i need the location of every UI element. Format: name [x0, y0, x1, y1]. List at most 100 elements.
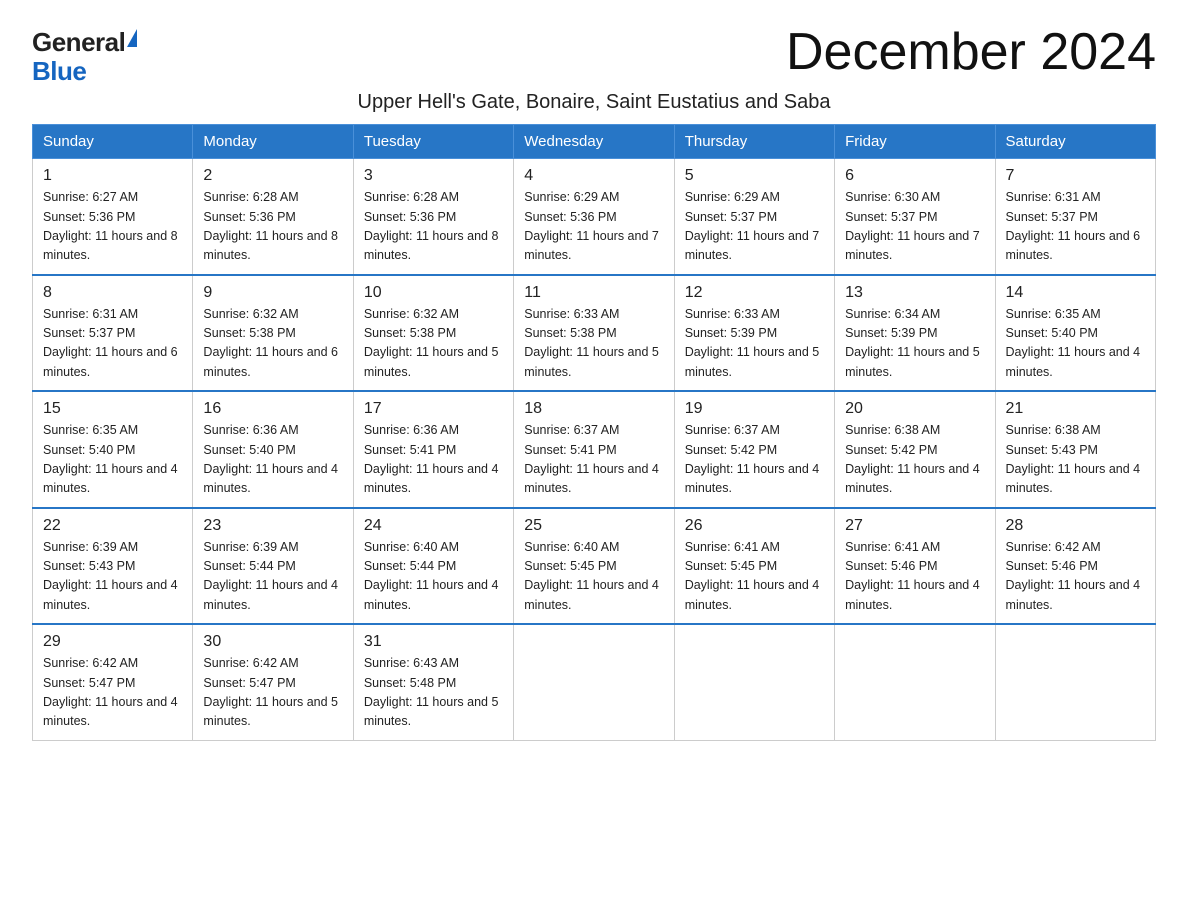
day-number: 6: [845, 167, 984, 185]
day-info: Sunrise: 6:38 AMSunset: 5:43 PMDaylight:…: [1006, 421, 1145, 499]
day-number: 21: [1006, 400, 1145, 418]
calendar-cell: 15 Sunrise: 6:35 AMSunset: 5:40 PMDayligh…: [33, 391, 193, 508]
day-info: Sunrise: 6:36 AMSunset: 5:41 PMDaylight:…: [364, 421, 503, 499]
day-number: 8: [43, 284, 182, 302]
day-number: 7: [1006, 167, 1145, 185]
calendar-cell: 28 Sunrise: 6:42 AMSunset: 5:46 PMDayligh…: [995, 508, 1155, 625]
day-number: 15: [43, 400, 182, 418]
day-info: Sunrise: 6:32 AMSunset: 5:38 PMDaylight:…: [364, 305, 503, 383]
day-number: 12: [685, 284, 824, 302]
day-info: Sunrise: 6:39 AMSunset: 5:44 PMDaylight:…: [203, 538, 342, 616]
day-info: Sunrise: 6:39 AMSunset: 5:43 PMDaylight:…: [43, 538, 182, 616]
logo-triangle-icon: [127, 29, 137, 47]
day-number: 2: [203, 167, 342, 185]
header-sunday: Sunday: [33, 125, 193, 159]
month-title: December 2024: [786, 24, 1156, 81]
day-info: Sunrise: 6:28 AMSunset: 5:36 PMDaylight:…: [364, 188, 503, 266]
day-number: 14: [1006, 284, 1145, 302]
day-number: 10: [364, 284, 503, 302]
calendar-table: SundayMondayTuesdayWednesdayThursdayFrid…: [32, 124, 1156, 741]
calendar-header-row: SundayMondayTuesdayWednesdayThursdayFrid…: [33, 125, 1156, 159]
calendar-cell: 1 Sunrise: 6:27 AMSunset: 5:36 PMDaylight…: [33, 159, 193, 275]
day-info: Sunrise: 6:31 AMSunset: 5:37 PMDaylight:…: [1006, 188, 1145, 266]
day-info: Sunrise: 6:33 AMSunset: 5:39 PMDaylight:…: [685, 305, 824, 383]
location-title: Upper Hell's Gate, Bonaire, Saint Eustat…: [32, 91, 1156, 114]
day-number: 19: [685, 400, 824, 418]
day-number: 30: [203, 633, 342, 651]
day-info: Sunrise: 6:36 AMSunset: 5:40 PMDaylight:…: [203, 421, 342, 499]
calendar-cell: 2 Sunrise: 6:28 AMSunset: 5:36 PMDaylight…: [193, 159, 353, 275]
calendar-cell: 7 Sunrise: 6:31 AMSunset: 5:37 PMDaylight…: [995, 159, 1155, 275]
header: General Blue December 2024: [32, 24, 1156, 85]
calendar-week-row: 8 Sunrise: 6:31 AMSunset: 5:37 PMDaylight…: [33, 275, 1156, 392]
calendar-cell: 27Sunrise: 6:41 AMSunset: 5:46 PMDayligh…: [835, 508, 995, 625]
calendar-cell: 16Sunrise: 6:36 AMSunset: 5:40 PMDayligh…: [193, 391, 353, 508]
header-tuesday: Tuesday: [353, 125, 513, 159]
calendar-cell: 10 Sunrise: 6:32 AMSunset: 5:38 PMDayligh…: [353, 275, 513, 392]
day-number: 20: [845, 400, 984, 418]
calendar-week-row: 22Sunrise: 6:39 AMSunset: 5:43 PMDayligh…: [33, 508, 1156, 625]
calendar-cell: 24Sunrise: 6:40 AMSunset: 5:44 PMDayligh…: [353, 508, 513, 625]
day-number: 28: [1006, 517, 1145, 535]
day-info: Sunrise: 6:42 AMSunset: 5:47 PMDaylight:…: [203, 654, 342, 732]
header-wednesday: Wednesday: [514, 125, 674, 159]
header-saturday: Saturday: [995, 125, 1155, 159]
calendar-cell: 21 Sunrise: 6:38 AMSunset: 5:43 PMDayligh…: [995, 391, 1155, 508]
day-number: 31: [364, 633, 503, 651]
logo-general-text: General: [32, 28, 125, 57]
day-number: 27: [845, 517, 984, 535]
day-number: 5: [685, 167, 824, 185]
calendar-cell: 5 Sunrise: 6:29 AMSunset: 5:37 PMDaylight…: [674, 159, 834, 275]
day-info: Sunrise: 6:31 AMSunset: 5:37 PMDaylight:…: [43, 305, 182, 383]
calendar-cell: 20 Sunrise: 6:38 AMSunset: 5:42 PMDayligh…: [835, 391, 995, 508]
calendar-cell: [514, 624, 674, 740]
day-number: 29: [43, 633, 182, 651]
calendar-cell: [835, 624, 995, 740]
calendar-cell: 19Sunrise: 6:37 AMSunset: 5:42 PMDayligh…: [674, 391, 834, 508]
day-info: Sunrise: 6:35 AMSunset: 5:40 PMDaylight:…: [1006, 305, 1145, 383]
calendar-cell: 25Sunrise: 6:40 AMSunset: 5:45 PMDayligh…: [514, 508, 674, 625]
day-number: 3: [364, 167, 503, 185]
calendar-cell: 4Sunrise: 6:29 AMSunset: 5:36 PMDaylight…: [514, 159, 674, 275]
day-number: 18: [524, 400, 663, 418]
logo: General Blue: [32, 28, 137, 85]
day-number: 26: [685, 517, 824, 535]
calendar-cell: 3 Sunrise: 6:28 AMSunset: 5:36 PMDaylight…: [353, 159, 513, 275]
day-number: 9: [203, 284, 342, 302]
day-info: Sunrise: 6:30 AMSunset: 5:37 PMDaylight:…: [845, 188, 984, 266]
day-info: Sunrise: 6:27 AMSunset: 5:36 PMDaylight:…: [43, 188, 182, 266]
day-number: 13: [845, 284, 984, 302]
day-info: Sunrise: 6:28 AMSunset: 5:36 PMDaylight:…: [203, 188, 342, 266]
calendar-cell: 31Sunrise: 6:43 AMSunset: 5:48 PMDayligh…: [353, 624, 513, 740]
day-info: Sunrise: 6:32 AMSunset: 5:38 PMDaylight:…: [203, 305, 342, 383]
calendar-cell: [674, 624, 834, 740]
calendar-cell: 22Sunrise: 6:39 AMSunset: 5:43 PMDayligh…: [33, 508, 193, 625]
header-monday: Monday: [193, 125, 353, 159]
calendar-cell: 8 Sunrise: 6:31 AMSunset: 5:37 PMDaylight…: [33, 275, 193, 392]
calendar-cell: 30 Sunrise: 6:42 AMSunset: 5:47 PMDayligh…: [193, 624, 353, 740]
day-info: Sunrise: 6:42 AMSunset: 5:46 PMDaylight:…: [1006, 538, 1145, 616]
day-info: Sunrise: 6:35 AMSunset: 5:40 PMDaylight:…: [43, 421, 182, 499]
calendar-week-row: 15 Sunrise: 6:35 AMSunset: 5:40 PMDayligh…: [33, 391, 1156, 508]
day-number: 24: [364, 517, 503, 535]
day-info: Sunrise: 6:34 AMSunset: 5:39 PMDaylight:…: [845, 305, 984, 383]
calendar-week-row: 29 Sunrise: 6:42 AMSunset: 5:47 PMDayligh…: [33, 624, 1156, 740]
calendar-week-row: 1 Sunrise: 6:27 AMSunset: 5:36 PMDaylight…: [33, 159, 1156, 275]
calendar-cell: 6 Sunrise: 6:30 AMSunset: 5:37 PMDaylight…: [835, 159, 995, 275]
day-number: 4: [524, 167, 663, 185]
day-number: 1: [43, 167, 182, 185]
calendar-cell: 29Sunrise: 6:42 AMSunset: 5:47 PMDayligh…: [33, 624, 193, 740]
day-info: Sunrise: 6:40 AMSunset: 5:45 PMDaylight:…: [524, 538, 663, 616]
calendar-cell: 18 Sunrise: 6:37 AMSunset: 5:41 PMDayligh…: [514, 391, 674, 508]
calendar-cell: 9 Sunrise: 6:32 AMSunset: 5:38 PMDaylight…: [193, 275, 353, 392]
day-info: Sunrise: 6:29 AMSunset: 5:37 PMDaylight:…: [685, 188, 824, 266]
calendar-cell: 17 Sunrise: 6:36 AMSunset: 5:41 PMDayligh…: [353, 391, 513, 508]
calendar-cell: [995, 624, 1155, 740]
day-number: 11: [524, 284, 663, 302]
logo-blue-text: Blue: [32, 57, 86, 86]
day-number: 17: [364, 400, 503, 418]
day-info: Sunrise: 6:37 AMSunset: 5:41 PMDaylight:…: [524, 421, 663, 499]
calendar-cell: 13 Sunrise: 6:34 AMSunset: 5:39 PMDayligh…: [835, 275, 995, 392]
day-info: Sunrise: 6:38 AMSunset: 5:42 PMDaylight:…: [845, 421, 984, 499]
calendar-cell: 12 Sunrise: 6:33 AMSunset: 5:39 PMDayligh…: [674, 275, 834, 392]
